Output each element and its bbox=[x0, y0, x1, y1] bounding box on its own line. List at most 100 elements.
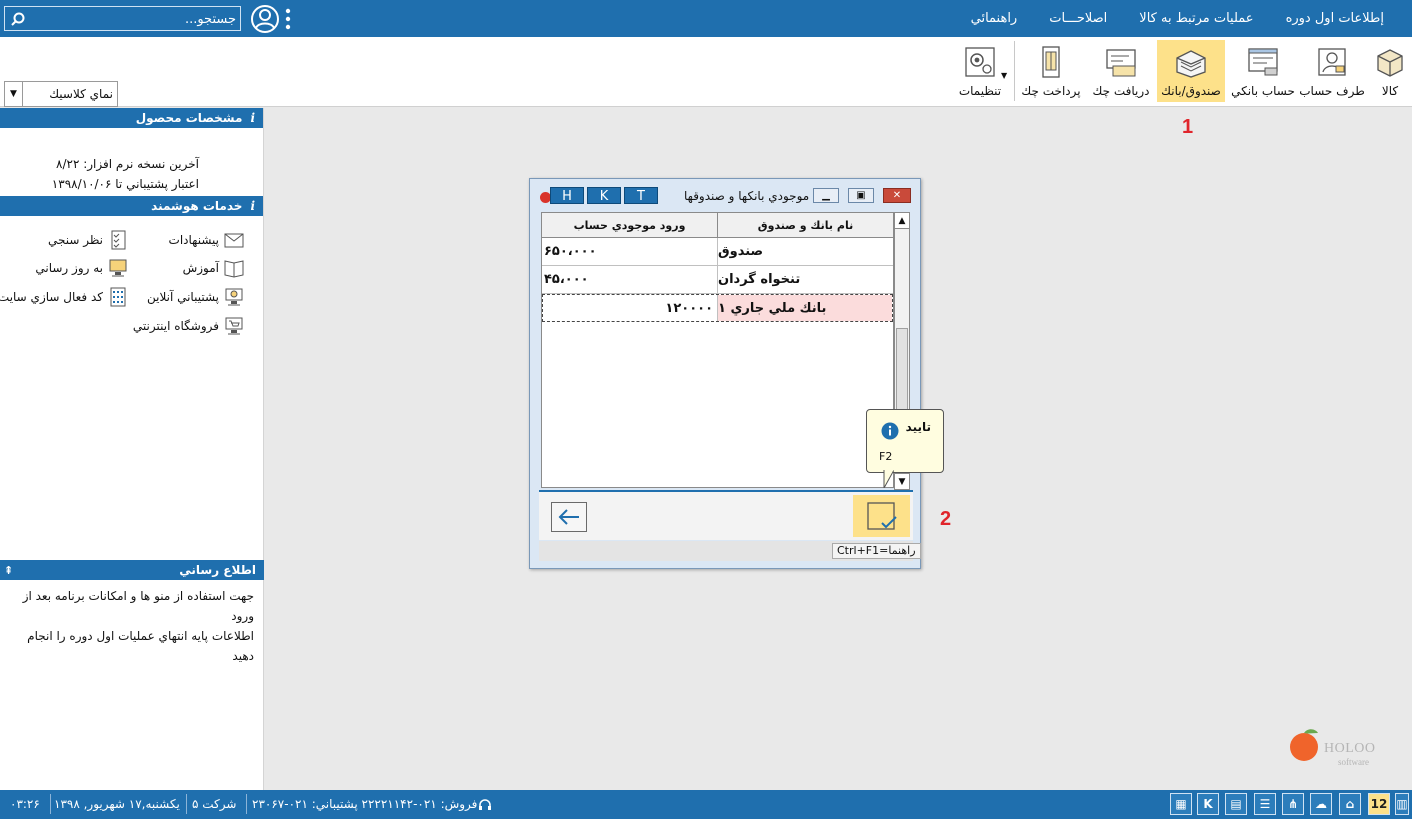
user-account-icon[interactable] bbox=[250, 4, 280, 34]
tooltip-title: تاييد bbox=[905, 420, 931, 434]
scroll-down-icon[interactable]: ▼ bbox=[895, 473, 909, 489]
notifications-header: ⇞ اطلاع رساني bbox=[0, 560, 264, 580]
smart-services-title: خدمات هوشمند bbox=[151, 199, 243, 213]
left-panel: مشخصات محصول i آخرين نسخه نرم افزار: ۸/۲… bbox=[0, 108, 264, 790]
survey-checklist-icon bbox=[111, 230, 126, 250]
service-update[interactable]: به روز رساني bbox=[35, 258, 129, 278]
balances-grid: ورود موجودي حساب نام بانك و صندوق ۶۵۰،۰۰… bbox=[541, 212, 894, 488]
status-bar: ۰۳:۲۶ يكشنبه,۱۷ شهريور, ۱۳۹۸ شركت ۵ فروش… bbox=[0, 790, 1412, 819]
column-header-amount[interactable]: ورود موجودي حساب bbox=[542, 213, 718, 237]
minimize-icon[interactable]: ▁ bbox=[813, 188, 839, 203]
bank-account-icon bbox=[1248, 48, 1278, 76]
grid-header: ورود موجودي حساب نام بانك و صندوق bbox=[542, 213, 893, 238]
confirm-tooltip: تاييد F2 bbox=[866, 409, 944, 473]
logo-subtext: software bbox=[1338, 757, 1369, 767]
amount-cell[interactable]: ۴۵،۰۰۰ bbox=[542, 266, 718, 293]
scroll-thumb[interactable] bbox=[896, 328, 908, 412]
service-label: به روز رساني bbox=[35, 261, 103, 275]
ribbon-button-product[interactable]: كالا bbox=[1371, 40, 1409, 102]
info-icon: i bbox=[250, 111, 255, 125]
annotation-step-2: 2 bbox=[940, 508, 952, 530]
calendar-day-icon[interactable]: 12 bbox=[1368, 793, 1390, 815]
product-info: آخرين نسخه نرم افزار: ۸/۲۲ اعتبار پشتيبا… bbox=[0, 128, 263, 196]
chevron-down-icon[interactable]: ▼ bbox=[5, 82, 23, 106]
hotkey-t-button[interactable]: T bbox=[624, 187, 658, 204]
menu-help[interactable]: راهنمائي bbox=[955, 11, 1034, 26]
menu-initial-info[interactable]: إطلاعات اول دوره bbox=[1270, 11, 1400, 26]
column-header-name[interactable]: نام بانك و صندوق bbox=[718, 213, 893, 237]
confirm-button[interactable] bbox=[853, 495, 910, 537]
menu-product-operations[interactable]: عمليات مرتبط به كالا bbox=[1123, 11, 1269, 26]
bank-building-icon[interactable]: ⌂ bbox=[1339, 793, 1361, 815]
more-vertical-icon[interactable] bbox=[284, 7, 292, 31]
latest-version-text: آخرين نسخه نرم افزار: ۸/۲۲ bbox=[56, 157, 199, 171]
settings-gear-icon bbox=[965, 47, 995, 77]
calculator-icon[interactable]: ▤ bbox=[1225, 793, 1247, 815]
service-suggestions[interactable]: پيشنهادات bbox=[169, 230, 245, 250]
close-icon[interactable]: ✕ bbox=[883, 188, 911, 203]
ribbon-toolbar: ▼ نماي كلاسيك كالا طرف حساب حساب بانكي ص… bbox=[0, 37, 1412, 107]
report-list-icon[interactable]: ☰ bbox=[1254, 793, 1276, 815]
name-cell[interactable]: تنخواه گردان bbox=[718, 266, 893, 293]
more-tray-icon[interactable]: ▥ bbox=[1395, 793, 1409, 815]
search-icon[interactable] bbox=[10, 11, 26, 27]
service-online-support[interactable]: پشتيباني آنلاين bbox=[147, 287, 245, 307]
amount-cell-editing[interactable]: ۱۲۰۰۰۰ bbox=[543, 295, 718, 321]
calendar-grid-icon[interactable]: ▦ bbox=[1170, 793, 1192, 815]
name-cell[interactable]: صندوق bbox=[718, 238, 893, 265]
service-survey[interactable]: نظر سنجي bbox=[48, 230, 129, 250]
status-date: يكشنبه,۱۷ شهريور, ۱۳۹۸ bbox=[54, 797, 180, 811]
support-validity-text: اعتبار پشتيباني تا ۱۳۹۸/۱۰/۰۶ bbox=[51, 177, 199, 191]
dialog-action-bar bbox=[539, 490, 913, 540]
contact-icon bbox=[1318, 48, 1346, 76]
smart-services-header: خدمات هوشمند i bbox=[0, 196, 263, 216]
theme-select[interactable]: ▼ نماي كلاسيك bbox=[4, 81, 118, 107]
share-icon[interactable]: ⋔ bbox=[1282, 793, 1304, 815]
name-cell[interactable]: بانك ملي جاري ۱ bbox=[718, 295, 892, 321]
holoo-logo: HOLOO software bbox=[1288, 727, 1378, 771]
k-shortcut-icon[interactable]: K bbox=[1197, 793, 1219, 815]
dialog-title: موجودي بانكها و صندوقها bbox=[684, 189, 810, 203]
hotkey-k-button[interactable]: K bbox=[587, 187, 621, 204]
status-phones: فروش: ۰۲۱-۲۲۲۲۱۱۴۲ پشتيباني: ۰۲۱-۲۳۰۶۷ bbox=[252, 797, 478, 811]
ribbon-label: طرف حساب bbox=[1299, 84, 1365, 98]
smart-services-list: پيشنهادات نظر سنجي آموزش به روز رساني پش… bbox=[0, 216, 263, 366]
receive-cheque-icon bbox=[1106, 49, 1136, 77]
ribbon-button-cash-bank[interactable]: صندوق/بانك bbox=[1157, 40, 1225, 102]
theme-select-value: نماي كلاسيك bbox=[49, 87, 113, 101]
table-row[interactable]: ۶۵۰،۰۰۰ صندوق bbox=[542, 238, 893, 266]
service-site-activation[interactable]: كد فعال سازي سايت bbox=[0, 287, 129, 307]
notifications-panel: ⇞ اطلاع رساني جهت استفاده از منو ها و ام… bbox=[0, 560, 264, 672]
ribbon-button-contact[interactable]: طرف حساب bbox=[1299, 40, 1365, 102]
search-box[interactable] bbox=[4, 6, 241, 31]
pay-cheque-icon bbox=[1042, 46, 1060, 78]
update-download-icon bbox=[109, 259, 127, 277]
checkmark-icon bbox=[866, 502, 897, 530]
back-button[interactable] bbox=[551, 502, 587, 532]
service-label: آموزش bbox=[182, 261, 219, 275]
ribbon-button-pay-cheque[interactable]: پرداخت چك bbox=[1018, 40, 1084, 102]
service-training[interactable]: آموزش bbox=[183, 258, 245, 278]
menu-corrections[interactable]: اصلاحـــات bbox=[1033, 11, 1123, 26]
ribbon-button-bank-account[interactable]: حساب بانكي bbox=[1229, 40, 1297, 102]
search-input[interactable] bbox=[31, 10, 236, 28]
dialog-status-bar: راهنما=Ctrl+F1 bbox=[539, 541, 921, 561]
notifications-text: جهت استفاده از منو ها و امكانات برنامه ب… bbox=[0, 580, 264, 672]
annotation-step-1: 1 bbox=[1182, 116, 1194, 138]
service-online-shop[interactable]: فروشگاه اينترنتي bbox=[133, 316, 245, 336]
ribbon-label: پرداخت چك bbox=[1021, 84, 1081, 98]
help-shortcut-hint: راهنما=Ctrl+F1 bbox=[832, 543, 921, 559]
table-row[interactable]: ۴۵،۰۰۰ تنخواه گردان bbox=[542, 266, 893, 294]
table-row-editing[interactable]: ۱۲۰۰۰۰ بانك ملي جاري ۱ bbox=[542, 294, 893, 322]
scroll-up-icon[interactable]: ▲ bbox=[895, 213, 909, 229]
service-label: كد فعال سازي سايت bbox=[0, 290, 103, 304]
collapse-up-icon[interactable]: ⇞ bbox=[4, 564, 13, 577]
dialog-title-bar: H K T موجودي بانكها و صندوقها ▁ ▣ ✕ bbox=[530, 179, 920, 211]
amount-cell[interactable]: ۶۵۰،۰۰۰ bbox=[542, 238, 718, 265]
notifications-title: اطلاع رساني bbox=[179, 563, 256, 577]
settings-dropdown-caret-icon[interactable]: ▼ bbox=[1001, 71, 1007, 80]
weather-icon[interactable]: ☁ bbox=[1310, 793, 1332, 815]
restore-icon[interactable]: ▣ bbox=[848, 188, 874, 203]
hotkey-h-button[interactable]: H bbox=[550, 187, 584, 204]
ribbon-button-receive-cheque[interactable]: دريافت چك bbox=[1088, 40, 1154, 102]
